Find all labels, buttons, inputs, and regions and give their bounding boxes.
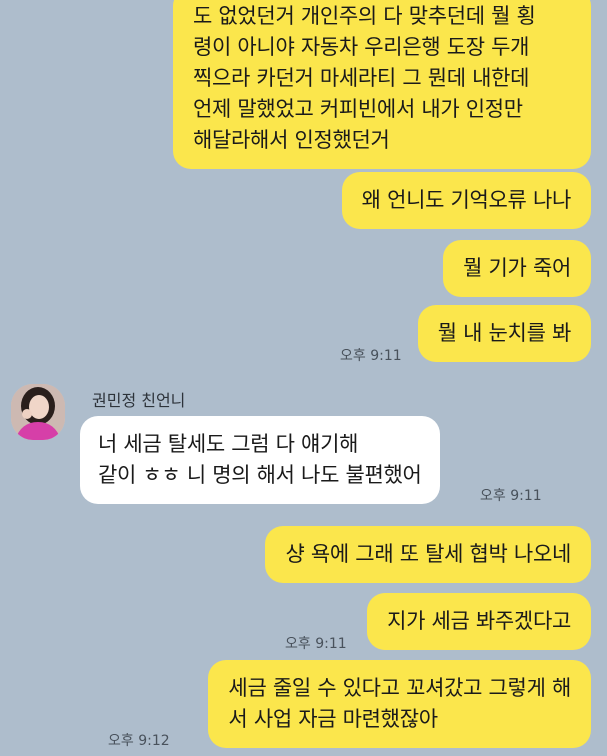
message-timestamp: 오후 9:11 [285, 636, 347, 652]
message-bubble-outgoing[interactable]: 샹 욕에 그래 또 탈세 협박 나오네 [265, 526, 591, 583]
message-bubble-outgoing[interactable]: 뭘 내 눈치를 봐 [417, 305, 591, 362]
chat-view: 도 없었던거 개인주의 다 맞추던데 뭘 횡 령이 아니야 자동차 우리은행 도… [0, 0, 607, 756]
message-timestamp: 오후 9:11 [340, 348, 402, 364]
sender-name: 권민정 친언니 [92, 391, 186, 410]
message-bubble-outgoing[interactable]: 뭘 기가 죽어 [443, 240, 591, 297]
message-timestamp: 오후 9:11 [480, 488, 542, 504]
message-bubble-outgoing[interactable]: 왜 언니도 기억오류 나나 [341, 172, 591, 229]
message-bubble-outgoing[interactable]: 세금 줄일 수 있다고 꼬셔갔고 그렇게 해 서 사업 자금 마련했잖아 [208, 660, 591, 748]
message-timestamp: 오후 9:12 [108, 733, 170, 749]
profile-photo-icon [11, 384, 65, 440]
contact-avatar[interactable] [11, 384, 65, 440]
message-bubble-outgoing[interactable]: 도 없었던거 개인주의 다 맞추던데 뭘 횡 령이 아니야 자동차 우리은행 도… [173, 0, 591, 169]
message-bubble-incoming[interactable]: 너 세금 탈세도 그럼 다 얘기해 같이 ㅎㅎ 니 명의 해서 나도 불편했어 [80, 416, 440, 504]
message-bubble-outgoing[interactable]: 지가 세금 봐주겠다고 [367, 593, 591, 650]
